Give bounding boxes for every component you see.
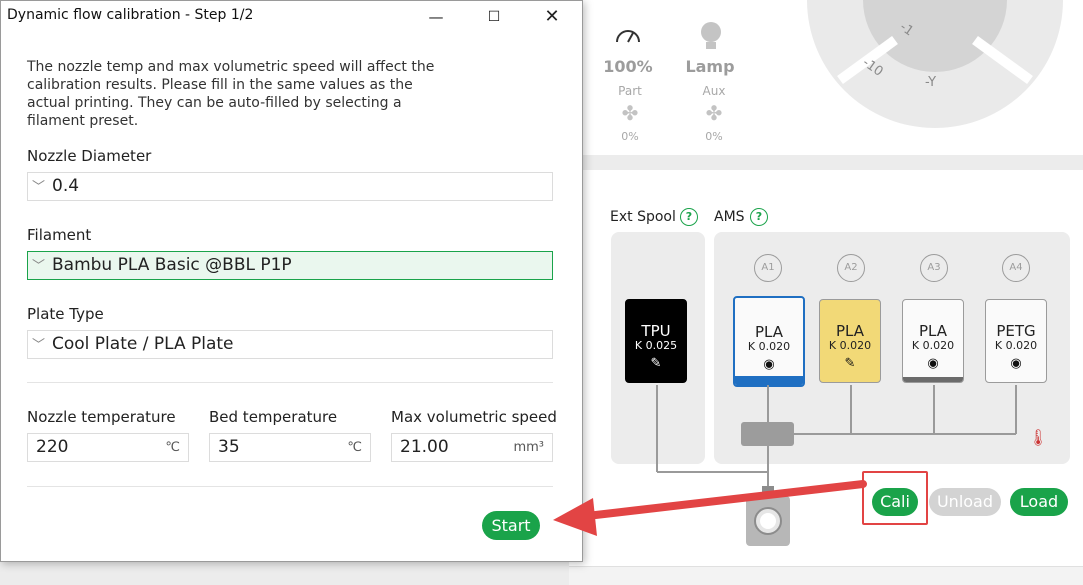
bed-temp-label: Bed temperature bbox=[209, 408, 338, 426]
part-fan-label: Part bbox=[618, 84, 642, 98]
divider bbox=[27, 486, 553, 487]
speed-value: 100% bbox=[603, 57, 653, 76]
bed-temp-input[interactable]: 35 ℃ bbox=[209, 433, 371, 462]
ext-spool-material: TPU bbox=[641, 322, 671, 340]
eye-icon[interactable]: ◉ bbox=[738, 357, 800, 372]
close-icon[interactable]: ✕ bbox=[529, 1, 575, 33]
ams-slot-a3-k-value: K 0.020 bbox=[911, 339, 955, 352]
ams-slot-a3-material: PLA bbox=[918, 322, 947, 340]
nozzle-temp-label: Nozzle temperature bbox=[27, 408, 176, 426]
ams-slot-a1[interactable]: PLA K 0.020 ◉ bbox=[733, 296, 805, 387]
ams-slot-a2-material: PLA bbox=[835, 322, 864, 340]
lamp-label: Lamp bbox=[685, 57, 735, 76]
ext-spool-slot[interactable]: TPU K 0.025 ✎ bbox=[625, 299, 687, 383]
unload-button[interactable]: Unload bbox=[929, 488, 1001, 516]
eye-icon[interactable]: ◉ bbox=[986, 356, 1046, 371]
plate-type-label: Plate Type bbox=[27, 305, 104, 323]
max-volumetric-speed-unit: mm³ bbox=[513, 440, 544, 455]
max-volumetric-speed-label: Max volumetric speed bbox=[391, 408, 557, 426]
cali-button[interactable]: Cali bbox=[872, 488, 918, 516]
filament-value: Bambu PLA Basic @BBL P1P bbox=[52, 255, 292, 275]
ams-label: AMS bbox=[714, 209, 745, 225]
chevron-down-icon: ﹀ bbox=[32, 338, 46, 353]
ams-slot-a1-refresh-icon[interactable]: A1 bbox=[754, 254, 782, 282]
chevron-down-icon: ﹀ bbox=[32, 259, 46, 274]
dialog-intro-text: The nozzle temp and max volumetric speed… bbox=[27, 59, 435, 129]
ams-slot-a2-k-value: K 0.020 bbox=[828, 339, 872, 352]
eye-icon[interactable]: ◉ bbox=[903, 356, 963, 371]
dialog-title: Dynamic flow calibration - Step 1/2 bbox=[7, 7, 254, 23]
ams-slot-a2-refresh-icon[interactable]: A2 bbox=[837, 254, 865, 282]
ams-slot-a4[interactable]: PETG K 0.020 ◉ bbox=[985, 299, 1047, 383]
max-volumetric-speed-value: 21.00 bbox=[400, 437, 449, 457]
ams-slot-a4-material: PETG bbox=[996, 322, 1036, 340]
plate-type-value: Cool Plate / PLA Plate bbox=[52, 334, 234, 354]
edit-icon[interactable]: ✎ bbox=[626, 356, 686, 371]
ext-spool-k-value: K 0.025 bbox=[634, 339, 678, 352]
nozzle-diameter-value: 0.4 bbox=[52, 176, 80, 196]
minimize-icon[interactable]: — bbox=[413, 1, 459, 33]
ams-slot-a4-refresh-icon[interactable]: A4 bbox=[1002, 254, 1030, 282]
ams-slot-a3[interactable]: PLA K 0.020 ◉ bbox=[902, 299, 964, 383]
filament-label: Filament bbox=[27, 226, 92, 244]
nozzle-diameter-label: Nozzle Diameter bbox=[27, 147, 152, 165]
annotation-arrow bbox=[553, 480, 867, 536]
plate-type-select[interactable]: ﹀ Cool Plate / PLA Plate bbox=[27, 330, 553, 359]
ext-spool-help-icon[interactable]: ? bbox=[680, 208, 698, 226]
nozzle-temp-unit: ℃ bbox=[165, 440, 180, 455]
edit-icon[interactable]: ✎ bbox=[820, 356, 880, 371]
part-fan-value: 0% bbox=[621, 130, 639, 143]
ams-slot-a1-material: PLA bbox=[754, 323, 783, 341]
bottom-strip bbox=[569, 566, 1083, 585]
lamp-icon[interactable] bbox=[699, 20, 723, 52]
maximize-icon[interactable]: ☐ bbox=[471, 1, 517, 33]
ams-slot-a2[interactable]: PLA K 0.020 ✎ bbox=[819, 299, 881, 383]
aux-fan-value: 0% bbox=[705, 130, 723, 143]
ams-slot-a3-refresh-icon[interactable]: A3 bbox=[920, 254, 948, 282]
speed-icon[interactable] bbox=[614, 22, 642, 46]
bed-temp-unit: ℃ bbox=[347, 440, 362, 455]
bed-temp-value: 35 bbox=[218, 437, 240, 457]
ams-slot-a1-k-value: K 0.020 bbox=[747, 340, 791, 353]
ams-help-icon[interactable]: ? bbox=[750, 208, 768, 226]
jog-label-minus-y: -Y bbox=[925, 75, 937, 90]
ext-spool-label: Ext Spool bbox=[610, 209, 676, 225]
part-fan-icon[interactable]: ✤ bbox=[618, 101, 642, 125]
ams-slot-a4-k-value: K 0.020 bbox=[994, 339, 1038, 352]
flow-calibration-dialog: Dynamic flow calibration - Step 1/2 — ☐ … bbox=[0, 0, 583, 562]
nozzle-temp-input[interactable]: 220 ℃ bbox=[27, 433, 189, 462]
chevron-down-icon: ﹀ bbox=[32, 180, 46, 195]
aux-fan-label: Aux bbox=[702, 84, 726, 98]
nozzle-diameter-select[interactable]: ﹀ 0.4 bbox=[27, 172, 553, 201]
max-volumetric-speed-input[interactable]: 21.00 mm³ bbox=[391, 433, 553, 462]
aux-fan-icon[interactable]: ✤ bbox=[702, 101, 726, 125]
filament-select[interactable]: ﹀ Bambu PLA Basic @BBL P1P bbox=[27, 251, 553, 280]
nozzle-temp-value: 220 bbox=[36, 437, 69, 457]
humidity-thermometer-icon[interactable]: 🌡 bbox=[1028, 428, 1048, 447]
start-button[interactable]: Start bbox=[482, 511, 540, 540]
divider bbox=[27, 382, 553, 383]
load-button[interactable]: Load bbox=[1010, 488, 1068, 516]
